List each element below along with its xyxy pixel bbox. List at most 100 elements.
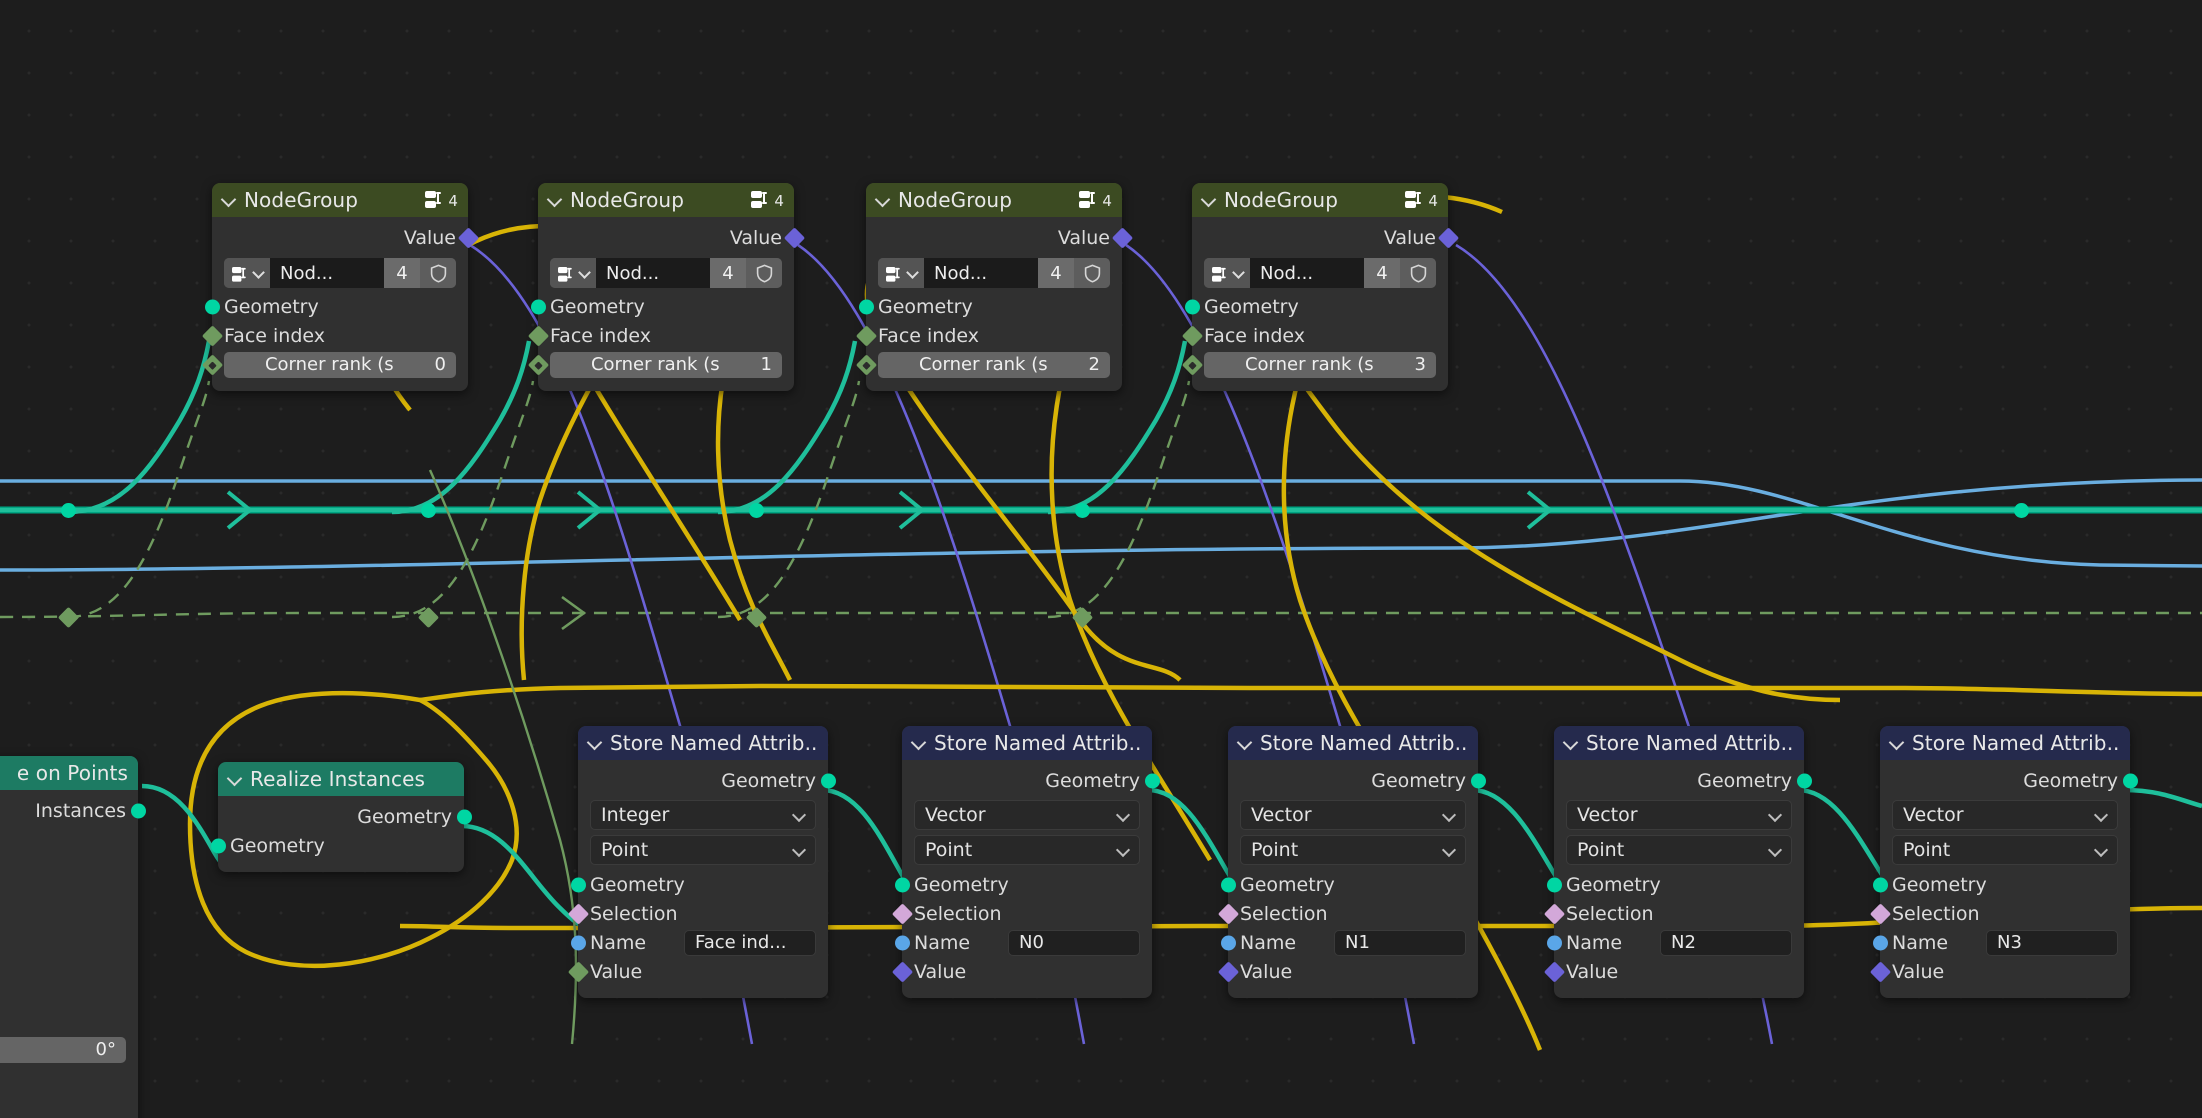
socket-value-input[interactable] [1217,960,1239,983]
store-named-attribute-node-5[interactable]: Store Named Attrib... Geometry Vector Po… [1869,726,2138,998]
reroute-field-2[interactable] [417,606,440,629]
node-group-selector[interactable]: Nod... 4 [1204,258,1436,288]
fake-user-icon[interactable] [1074,258,1110,288]
reroute-field-3[interactable] [745,606,768,629]
chevron-down-icon[interactable] [794,810,805,821]
chevron-down-icon[interactable] [1770,810,1781,821]
node-header[interactable]: NodeGroup 4 [866,183,1122,217]
socket-geometry-input[interactable] [1872,877,1888,892]
socket-value-output[interactable] [457,226,479,249]
domain-dropdown[interactable]: Point [1240,835,1466,865]
data-type-dropdown[interactable]: Vector [1892,800,2118,830]
collapse-chevron-icon[interactable] [1564,735,1578,749]
socket-face-index-input[interactable] [855,324,877,347]
fake-user-icon[interactable] [420,258,456,288]
store-named-attribute-node-1[interactable]: Store Named Attrib... Geometry Integer P… [567,726,836,998]
node-group-selector[interactable]: Nod... 4 [224,258,456,288]
node-header[interactable]: Store Named Attrib... [1880,726,2130,760]
node-group-browse-button[interactable] [1204,258,1250,288]
node-group-name[interactable]: Nod... [596,258,710,288]
socket-geometry-output[interactable] [820,773,836,788]
store-named-attribute-node-3[interactable]: Store Named Attrib... Geometry Vector Po… [1217,726,1486,998]
collapse-chevron-icon[interactable] [876,192,890,206]
socket-geometry-input[interactable] [570,877,586,892]
socket-selection-input[interactable] [1869,902,1891,925]
reroute-field-4[interactable] [1071,606,1094,629]
node-group-3[interactable]: NodeGroup 4 Value Nod... 4 Geometry Face… [855,183,1133,391]
store-named-attribute-node-4[interactable]: Store Named Attrib... Geometry Vector Po… [1543,726,1812,998]
node-group-name[interactable]: Nod... [1250,258,1364,288]
data-type-dropdown[interactable]: Vector [1566,800,1792,830]
chevron-down-icon[interactable] [254,268,264,278]
socket-geometry-input[interactable] [530,299,546,314]
socket-geometry-input[interactable] [894,877,910,892]
socket-name-input[interactable] [1220,935,1236,950]
name-text-input[interactable]: N1 [1334,929,1466,956]
instance-on-points-node[interactable]: e on Points Instances stance ndex 0° [0,756,146,1118]
socket-selection-input[interactable] [891,902,913,925]
socket-geometry-input[interactable] [1184,299,1200,314]
socket-name-input[interactable] [894,935,910,950]
socket-corner-rank-input[interactable] [855,353,877,376]
node-group-browse-button[interactable] [878,258,924,288]
chevron-down-icon[interactable] [580,268,590,278]
socket-geometry-output[interactable] [456,809,472,824]
fake-user-icon[interactable] [746,258,782,288]
collapse-chevron-icon[interactable] [912,735,926,749]
fake-user-icon[interactable] [1400,258,1436,288]
socket-value-input[interactable] [567,960,589,983]
collapse-chevron-icon[interactable] [228,771,242,785]
socket-corner-rank-input[interactable] [201,353,223,376]
node-group-selector[interactable]: Nod... 4 [550,258,782,288]
reroute-geometry-1[interactable] [61,503,76,518]
corner-rank-field[interactable]: Corner rank (s 2 [878,351,1110,378]
node-header[interactable]: Store Named Attrib... [578,726,828,760]
chevron-down-icon[interactable] [1770,845,1781,856]
node-header[interactable]: NodeGroup 4 [212,183,468,217]
collapse-chevron-icon[interactable] [1238,735,1252,749]
corner-rank-field[interactable]: Corner rank (s 3 [1204,351,1436,378]
socket-value-output[interactable] [1437,226,1459,249]
collapse-chevron-icon[interactable] [1202,192,1216,206]
node-group-users-count[interactable]: 4 [1364,258,1400,288]
socket-selection-input[interactable] [1543,902,1565,925]
node-group-users-count[interactable]: 4 [1038,258,1074,288]
socket-value-input[interactable] [1543,960,1565,983]
socket-geometry-output[interactable] [1144,773,1160,788]
corner-rank-field[interactable]: Corner rank (s 0 [224,351,456,378]
store-named-attribute-node-2[interactable]: Store Named Attrib... Geometry Vector Po… [891,726,1160,998]
socket-corner-rank-input[interactable] [527,353,549,376]
chevron-down-icon[interactable] [2096,810,2107,821]
data-type-dropdown[interactable]: Vector [914,800,1140,830]
node-group-browse-button[interactable] [550,258,596,288]
reroute-field-1[interactable] [57,606,80,629]
node-group-1[interactable]: NodeGroup 4 Value Nod... 4 Geometry Face… [201,183,479,391]
name-text-input[interactable]: N3 [1986,929,2118,956]
socket-value-input[interactable] [1869,960,1891,983]
name-text-input[interactable]: N2 [1660,929,1792,956]
node-header[interactable]: Store Named Attrib... [1228,726,1478,760]
rotation-field[interactable]: 0° [0,1036,126,1063]
socket-selection-input[interactable] [1217,902,1239,925]
socket-geometry-output[interactable] [1796,773,1812,788]
socket-face-index-input[interactable] [1181,324,1203,347]
socket-value-output[interactable] [1111,226,1133,249]
collapse-chevron-icon[interactable] [1890,735,1904,749]
socket-geometry-input[interactable] [1220,877,1236,892]
node-header[interactable]: NodeGroup 4 [1192,183,1448,217]
socket-geometry-input[interactable] [858,299,874,314]
node-header[interactable]: Store Named Attrib... [1554,726,1804,760]
socket-instances-output[interactable] [130,803,146,818]
node-header[interactable]: Store Named Attrib... [902,726,1152,760]
reroute-geometry-4[interactable] [1075,503,1090,518]
chevron-down-icon[interactable] [1444,845,1455,856]
node-editor-canvas[interactable]: NodeGroup 4 Value Nod... 4 Geometry Face… [0,0,2202,1118]
data-type-dropdown[interactable]: Vector [1240,800,1466,830]
chevron-down-icon[interactable] [1234,268,1244,278]
data-type-dropdown[interactable]: Integer [590,800,816,830]
corner-rank-field[interactable]: Corner rank (s 1 [550,351,782,378]
socket-geometry-output[interactable] [2122,773,2138,788]
socket-face-index-input[interactable] [527,324,549,347]
socket-geometry-input[interactable] [204,299,220,314]
collapse-chevron-icon[interactable] [548,192,562,206]
